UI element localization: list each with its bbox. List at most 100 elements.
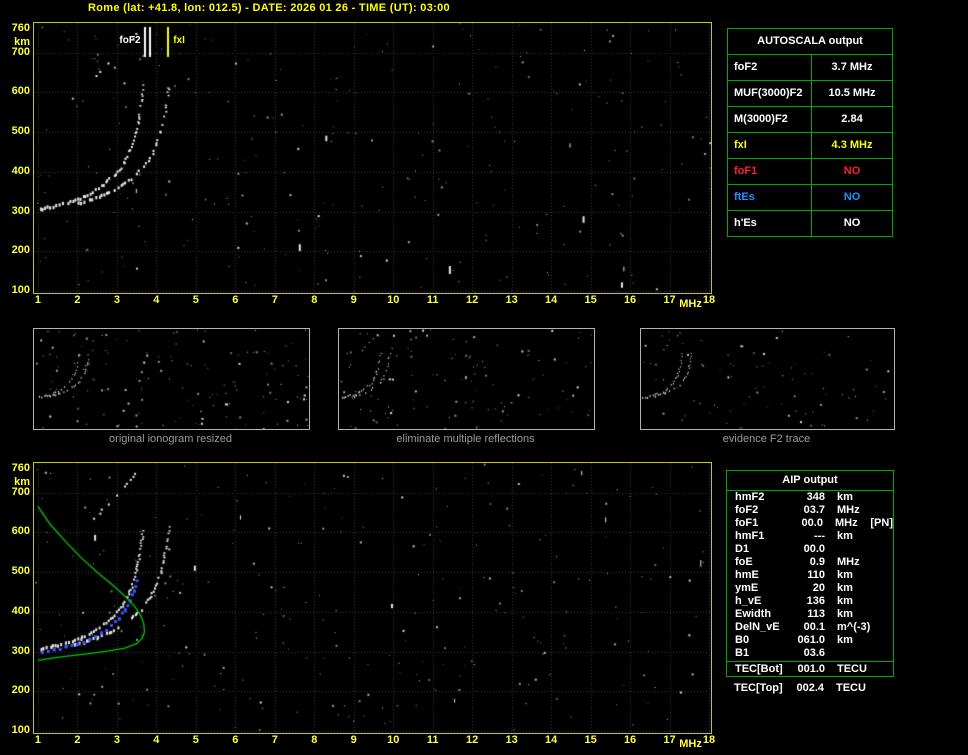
aip-row-value: 20 <box>812 582 825 594</box>
aip-row-unit: MHz <box>834 517 858 529</box>
autoscala-row: foF1 NO <box>728 159 892 185</box>
main-ionogram-canvas <box>34 23 711 293</box>
x-tick-label: 12 <box>466 294 479 306</box>
aip-row: TEC[Top] 002.4 TECU <box>726 682 892 695</box>
y-tick-label: 400 <box>11 164 30 177</box>
aip-row-name: B1 <box>735 647 750 659</box>
main-ionogram-plot <box>33 22 712 294</box>
x-tick-label: 3 <box>113 294 120 306</box>
autoscala-row-value: 2.84 <box>841 113 863 125</box>
y-tick-label: 200 <box>11 244 30 257</box>
x-axis-unit: MHz <box>679 738 702 750</box>
y-tick-label: 100 <box>11 284 30 296</box>
aip-row-unit: km <box>837 491 853 503</box>
aip-row-value: 136 <box>806 595 825 607</box>
x-tick-label: 15 <box>584 294 597 306</box>
aip-row-name: h_vE <box>735 595 762 607</box>
marker-label-foF2: foF2 <box>119 35 141 46</box>
aip-row-name: ymE <box>735 582 759 594</box>
x-tick-label: 11 <box>426 734 439 746</box>
y-tick-label: 400 <box>11 604 30 617</box>
aip-row-value: 001.0 <box>797 663 825 675</box>
y-tick-label: 760 <box>11 461 30 474</box>
autoscala-row-label: ftEs <box>728 185 812 210</box>
aip-row-unit: TECU <box>836 682 866 694</box>
aip-row-name: hmE <box>735 569 759 581</box>
aip-tec-top-row-container: TEC[Top] 002.4 TECU <box>726 682 892 695</box>
aip-row-value: 061.0 <box>797 634 825 646</box>
x-tick-label: 15 <box>584 734 597 746</box>
y-tick-label: 200 <box>11 684 30 697</box>
thumbnail-eliminate-reflections <box>338 328 595 430</box>
thumbnail-eliminate-canvas <box>339 329 594 429</box>
y-axis-unit: km <box>14 475 30 488</box>
aip-table-header: AIP output <box>727 471 893 491</box>
aip-row-name: DelN_vE <box>735 621 780 633</box>
x-tick-label: 8 <box>311 734 318 746</box>
aip-row: foE 0.9 MHz <box>727 556 893 569</box>
aip-row: TEC[Bot] 001.0 TECU <box>727 663 893 676</box>
y-tick-label: 760 <box>11 21 30 34</box>
aip-row-unit: km <box>837 634 853 646</box>
autoscala-row-value: NO <box>843 191 861 203</box>
aip-row-unit: km <box>837 582 853 594</box>
aip-row: Ewidth 113 km <box>727 608 893 621</box>
x-tick-label: 9 <box>350 294 357 306</box>
aip-row-unit <box>837 543 863 556</box>
aip-row: foF1 00.0 MHz [PN] <box>727 517 893 530</box>
aip-row-name: D1 <box>735 543 750 555</box>
aip-row-name: Ewidth <box>735 608 772 620</box>
x-tick-label: 2 <box>74 294 81 306</box>
x-tick-label: 14 <box>545 294 558 306</box>
thumbnail-original-ionogram <box>33 328 310 430</box>
aip-row: hmF2 348 km <box>727 491 893 504</box>
aip-row-value: 348 <box>806 491 825 503</box>
aip-output-table: AIP output hmF2 348 km foF2 03.7 MHz foF1 00.0 M… <box>726 470 894 677</box>
aip-row-name: TEC[Bot] <box>735 663 783 675</box>
aip-row-value: 0.9 <box>809 556 825 568</box>
aip-row: hmE 110 km <box>727 569 893 582</box>
x-tick-label: 4 <box>153 734 160 746</box>
aip-row-value: 00.1 <box>803 621 825 633</box>
autoscala-screen: Rome (lat: +41.8, lon: 012.5) - DATE: 20… <box>0 0 968 755</box>
x-tick-label: 6 <box>232 734 239 746</box>
y-tick-label: 600 <box>11 85 30 98</box>
aip-tec-divider <box>727 661 893 662</box>
aip-row-unit: MHz <box>837 556 860 568</box>
aip-row-value: 002.4 <box>796 682 824 694</box>
autoscala-row-value: 4.3 MHz <box>831 139 873 151</box>
aip-row-value: 03.6 <box>803 647 825 659</box>
x-tick-label: 5 <box>192 294 199 306</box>
autoscala-row-label: foF2 <box>728 55 812 80</box>
x-tick-label: 9 <box>350 734 357 746</box>
y-tick-label: 300 <box>11 204 30 217</box>
x-tick-label: 17 <box>663 294 676 306</box>
x-axis-unit: MHz <box>679 298 702 310</box>
autoscala-row-value: NO <box>843 217 861 229</box>
aip-row: B0 061.0 km <box>727 634 893 647</box>
x-tick-label: 14 <box>545 734 558 746</box>
aip-row-name: hmF2 <box>735 491 765 503</box>
aip-row: foF2 03.7 MHz <box>727 504 893 517</box>
marker-label-fxI: fxI <box>173 35 185 46</box>
x-tick-label: 11 <box>426 294 439 306</box>
aip-row-unit: km <box>837 530 853 542</box>
aip-row-value: 110 <box>807 569 825 581</box>
aip-row-unit: km <box>837 595 853 607</box>
y-tick-label: 500 <box>11 565 30 578</box>
aip-row: B1 03.6 <box>727 647 893 660</box>
aip-row-name: foF1 <box>735 517 759 529</box>
aip-row-unit: km <box>837 569 853 581</box>
autoscala-row-label: M(3000)F2 <box>728 107 812 132</box>
aip-row-name: TEC[Top] <box>734 682 783 694</box>
autoscala-row: ftEs NO <box>728 185 892 211</box>
processed-ionogram-plot <box>33 462 712 734</box>
x-tick-label: 2 <box>74 734 81 746</box>
autoscala-row-label: MUF(3000)F2 <box>728 81 812 106</box>
aip-row-unit: m^(-3) <box>837 621 871 633</box>
autoscala-table-header: AUTOSCALA output <box>728 29 892 55</box>
y-axis-unit: km <box>14 35 30 48</box>
y-tick-label: 700 <box>11 485 30 498</box>
aip-row-name: hmF1 <box>735 530 765 542</box>
x-tick-label: 8 <box>311 294 318 306</box>
